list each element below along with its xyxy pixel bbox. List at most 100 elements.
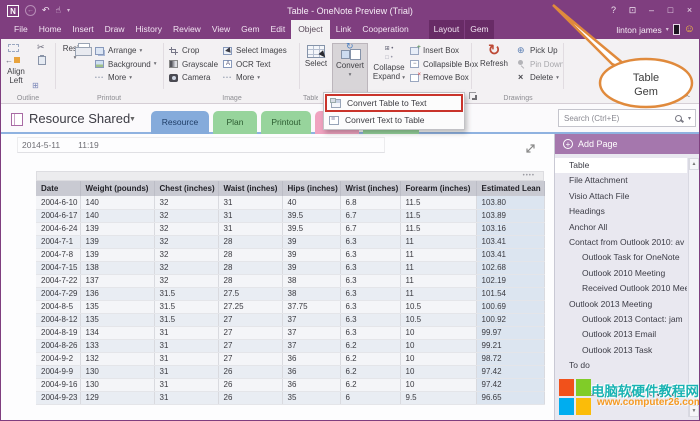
table-cell[interactable]: 129: [80, 391, 154, 404]
table-cell[interactable]: 101.54: [476, 287, 544, 300]
table-cell[interactable]: 10: [400, 378, 476, 391]
table-cell[interactable]: 2004-9-23: [36, 391, 80, 404]
table-cell[interactable]: 130: [80, 378, 154, 391]
table-cell[interactable]: 35: [282, 391, 340, 404]
table-cell[interactable]: 31: [154, 339, 218, 352]
table-cell[interactable]: 133: [80, 339, 154, 352]
page-item-outlook-2010-meeting[interactable]: Outlook 2010 Meeting: [555, 266, 687, 281]
cut-icon[interactable]: ✂: [37, 42, 45, 53]
table-cell[interactable]: 39: [282, 261, 340, 274]
table-cell[interactable]: 31.5: [154, 313, 218, 326]
page-item-anchor-all[interactable]: Anchor All: [555, 220, 687, 235]
table-cell[interactable]: 103.16: [476, 222, 544, 235]
table-cell[interactable]: 6.3: [340, 248, 400, 261]
table-cell[interactable]: 27.25: [218, 300, 282, 313]
table-cell[interactable]: 140: [80, 209, 154, 222]
table-cell[interactable]: 11.5: [400, 209, 476, 222]
column-header-weight-pounds[interactable]: Weight (pounds): [80, 181, 154, 196]
ribbon-tab-file[interactable]: File: [9, 20, 33, 39]
table-cell[interactable]: 6.3: [340, 235, 400, 248]
align-left-button[interactable]: Align Left: [1, 68, 31, 85]
background-button[interactable]: Background▾: [95, 60, 156, 69]
table-cell[interactable]: 31: [218, 209, 282, 222]
table-cell[interactable]: 39.5: [282, 222, 340, 235]
table-cell[interactable]: 27: [218, 339, 282, 352]
table-cell[interactable]: 6.2: [340, 378, 400, 391]
table-cell[interactable]: 27: [218, 352, 282, 365]
ocr-text-button[interactable]: OCR Text: [223, 60, 287, 69]
table-cell[interactable]: 2004-7-22: [36, 274, 80, 287]
menu-item-convert-text-to-table[interactable]: Convert Text to Table: [325, 112, 463, 128]
table-cell[interactable]: 103.41: [476, 248, 544, 261]
onenote-app-icon[interactable]: N: [7, 5, 19, 17]
table-cell[interactable]: 6.2: [340, 365, 400, 378]
table-cell[interactable]: 32: [154, 274, 218, 287]
table-cell[interactable]: 28: [218, 248, 282, 261]
table-cell[interactable]: 10.5: [400, 300, 476, 313]
more-button[interactable]: More▾: [223, 73, 287, 82]
search-scope-caret-icon[interactable]: ▾: [688, 115, 691, 122]
table-cell[interactable]: 103.89: [476, 209, 544, 222]
table-cell[interactable]: 6.3: [340, 261, 400, 274]
table-cell[interactable]: 31: [154, 365, 218, 378]
undo-icon[interactable]: ↶: [42, 5, 50, 16]
table-cell[interactable]: 139: [80, 248, 154, 261]
table-cell[interactable]: 6.7: [340, 209, 400, 222]
ribbon-tab-gem[interactable]: Gem: [465, 20, 493, 39]
section-tab-plan[interactable]: Plan: [213, 111, 257, 134]
table-cell[interactable]: 27.5: [218, 287, 282, 300]
table-cell[interactable]: 100.92: [476, 313, 544, 326]
page-item-outlook-2013-meeting[interactable]: Outlook 2013 Meeting: [555, 297, 687, 312]
table-cell[interactable]: 32: [154, 222, 218, 235]
page-item-outlook-2013-email[interactable]: Outlook 2013 Email: [555, 327, 687, 342]
ribbon-tab-edit[interactable]: Edit: [266, 20, 291, 39]
notebook-caret-icon[interactable]: ▼: [129, 116, 136, 123]
ribbon-tab-view[interactable]: View: [207, 20, 235, 39]
table-cell[interactable]: 2004-8-5: [36, 300, 80, 313]
crop-button[interactable]: Crop: [169, 46, 218, 55]
camera-button[interactable]: Camera: [169, 73, 218, 82]
table-cell[interactable]: 31.5: [154, 300, 218, 313]
table-cell[interactable]: 11: [400, 261, 476, 274]
menu-item-convert-table-to-text[interactable]: Convert Table to Text: [325, 94, 463, 112]
table-cell[interactable]: 103.41: [476, 235, 544, 248]
table-cell[interactable]: 2004-7-1: [36, 235, 80, 248]
table-cell[interactable]: 6.3: [340, 274, 400, 287]
select-button[interactable]: Select: [301, 43, 331, 97]
table-cell[interactable]: 32: [154, 248, 218, 261]
table-cell[interactable]: 97.42: [476, 378, 544, 391]
page-item-received-outlook-2010-mee[interactable]: Received Outlook 2010 Mee: [555, 281, 687, 296]
table-handle-bar[interactable]: ••••: [36, 171, 544, 181]
table-cell[interactable]: 32: [154, 235, 218, 248]
ribbon-tab-history[interactable]: History: [131, 20, 167, 39]
column-header-waist-inches[interactable]: Waist (inches): [218, 181, 282, 196]
table-cell[interactable]: 37.75: [282, 300, 340, 313]
notebook-title[interactable]: Resource Shared: [29, 111, 130, 126]
table-cell[interactable]: 11.5: [400, 196, 476, 209]
page-item-outlook-2013-contact-jam[interactable]: Outlook 2013 Contact: jam: [555, 312, 687, 327]
table-cell[interactable]: 26: [218, 391, 282, 404]
qat-customize-caret-icon[interactable]: ▾: [67, 7, 70, 14]
table-cell[interactable]: 139: [80, 235, 154, 248]
table-cell[interactable]: 32: [154, 196, 218, 209]
table-cell[interactable]: 102.19: [476, 274, 544, 287]
sidebar-scrollbar[interactable]: ▲ ▼: [688, 158, 699, 417]
search-input[interactable]: [559, 114, 675, 123]
table-cell[interactable]: 2004-9-9: [36, 365, 80, 378]
table-cell[interactable]: 10: [400, 326, 476, 339]
table-cell[interactable]: 6.7: [340, 222, 400, 235]
align-left-icon[interactable]: ←: [5, 56, 20, 65]
table-cell[interactable]: 31: [154, 391, 218, 404]
select-images-button[interactable]: Select Images: [223, 46, 287, 55]
table-cell[interactable]: 6.8: [340, 196, 400, 209]
table-cell[interactable]: 31: [154, 352, 218, 365]
ribbon-tab-home[interactable]: Home: [34, 20, 67, 39]
table-cell[interactable]: 11: [400, 235, 476, 248]
ribbon-tab-gem[interactable]: Gem: [236, 20, 264, 39]
table-cell[interactable]: 6.3: [340, 287, 400, 300]
table-cell[interactable]: 11: [400, 248, 476, 261]
table-cell[interactable]: 138: [80, 261, 154, 274]
table-cell[interactable]: 32: [154, 209, 218, 222]
table-cell[interactable]: 6.3: [340, 300, 400, 313]
table-cell[interactable]: 2004-6-10: [36, 196, 80, 209]
